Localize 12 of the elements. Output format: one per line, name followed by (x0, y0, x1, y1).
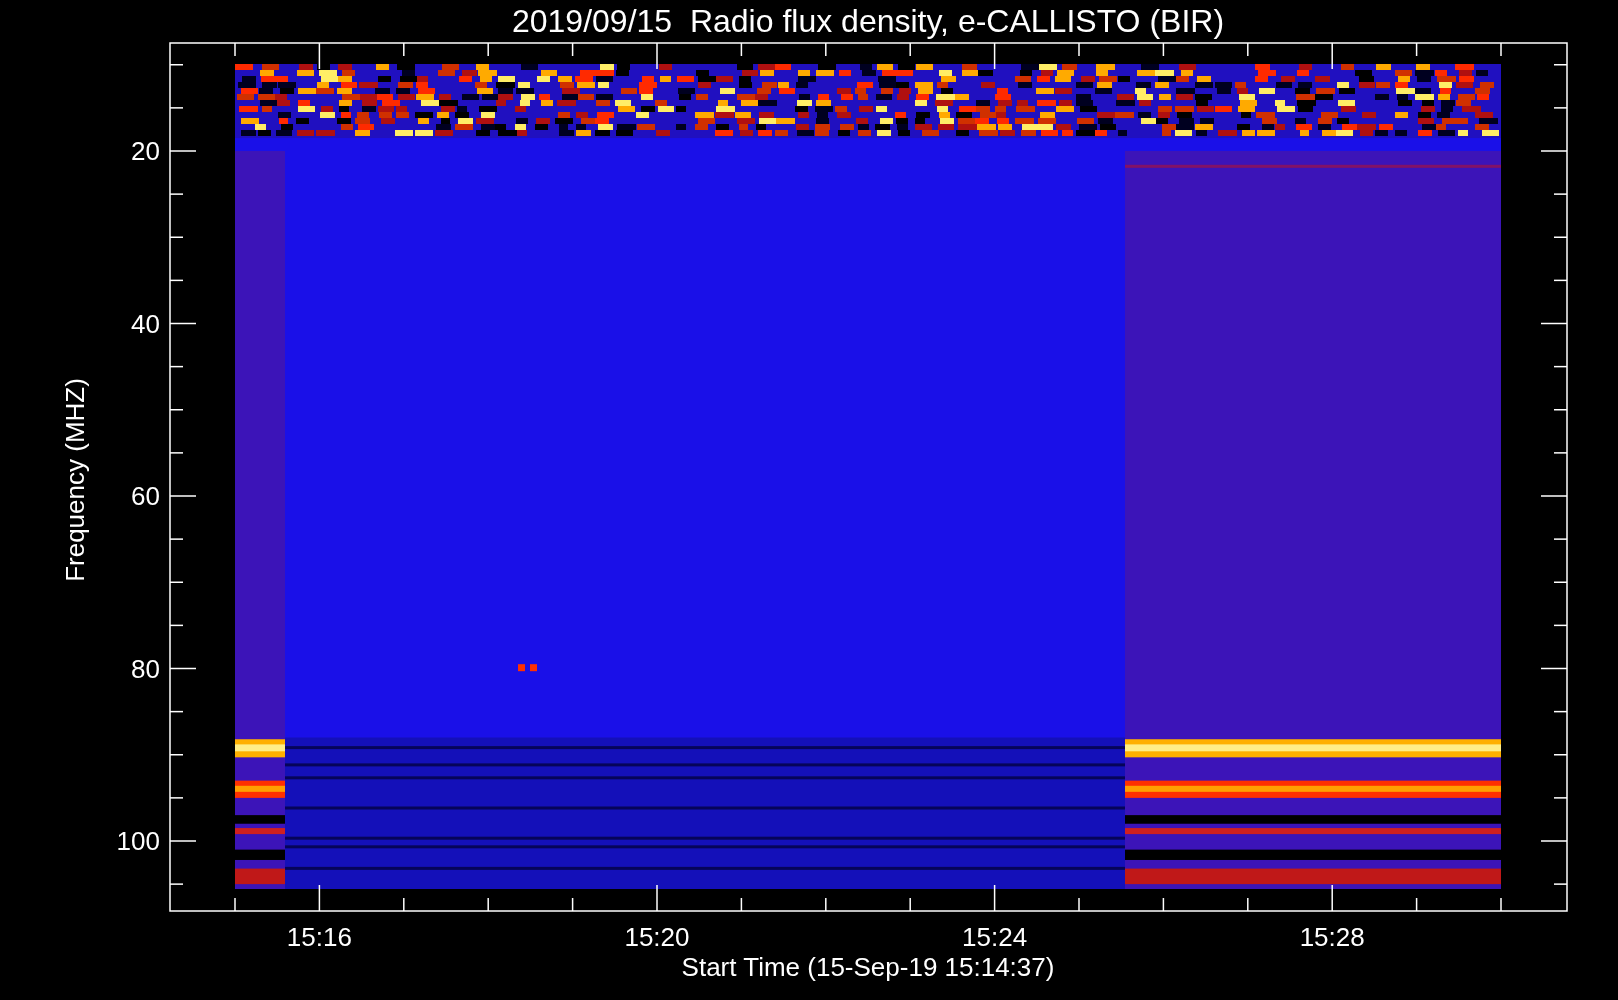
tick-label: 15:24 (962, 922, 1028, 952)
tick-label: 15:20 (624, 922, 690, 952)
tick-label: 15:16 (286, 922, 352, 952)
tick-label: 80 (131, 653, 160, 684)
tick-label: 20 (131, 136, 160, 166)
axis-label: Frequency (MHZ) (60, 378, 90, 582)
tick-label: 15:28 (1299, 922, 1365, 952)
tick-label: 100 (116, 826, 160, 856)
chart-title: 2019/09/15 Radio flux density, e-CALLISTO (BIR) (511, 3, 1225, 39)
tick-label: 60 (131, 481, 160, 511)
axis-label: Start Time (15-Sep-19 15:14:37) (681, 952, 1055, 982)
tick-label: 40 (131, 308, 160, 339)
